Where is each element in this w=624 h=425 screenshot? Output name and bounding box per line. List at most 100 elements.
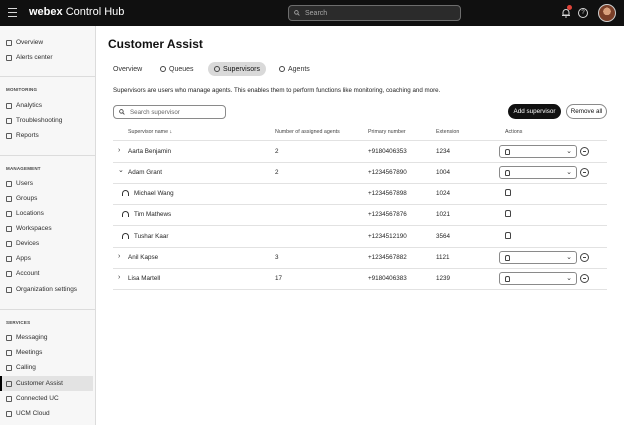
- extension: 1004: [436, 169, 451, 176]
- sidebar-item-analytics[interactable]: Analytics: [0, 98, 93, 113]
- sidebar-item-users[interactable]: Users: [0, 176, 93, 191]
- sidebar-item-meetings[interactable]: Meetings: [0, 345, 93, 360]
- sidebar-item-calling[interactable]: Calling: [0, 360, 93, 375]
- sort-arrow-icon[interactable]: ↓: [170, 129, 173, 135]
- avatar[interactable]: [598, 4, 616, 22]
- user-icon[interactable]: [505, 210, 511, 217]
- top-bar: webex Control Hub Search ?: [0, 0, 624, 26]
- sidebar-item-label: Overview: [16, 39, 44, 46]
- help-icon[interactable]: ?: [578, 8, 588, 18]
- tab-queues[interactable]: Queues: [154, 62, 200, 76]
- sidebar-item-customer-assist[interactable]: Customer Assist: [0, 376, 93, 391]
- table-row[interactable]: ⌄ Adam Grant 2 +1234567890 1004 ⌄: [113, 162, 607, 183]
- column-header-primary-number: Primary number: [368, 129, 406, 135]
- sidebar-item-groups[interactable]: Groups: [0, 191, 93, 206]
- remove-supervisor-icon[interactable]: [580, 168, 589, 177]
- remove-supervisor-icon[interactable]: [580, 253, 589, 262]
- agent-row[interactable]: Tim Mathews +1234567876 1021: [113, 204, 607, 225]
- primary-number: +1234567890: [368, 169, 407, 176]
- sidebar-item-locations[interactable]: Locations: [0, 206, 93, 221]
- device-icon: [6, 240, 12, 247]
- chevron-down-icon: ⌄: [566, 275, 572, 282]
- user-icon[interactable]: [505, 232, 511, 239]
- connected-uc-icon: [6, 395, 12, 402]
- meetings-icon: [6, 349, 12, 356]
- chevron-right-icon[interactable]: ›: [118, 147, 120, 154]
- assign-agent-select[interactable]: ⌄: [499, 166, 577, 179]
- supervisor-name: Adam Grant: [128, 169, 162, 176]
- global-search-input[interactable]: Search: [288, 5, 461, 21]
- sidebar-item-label: Locations: [16, 210, 44, 217]
- sidebar-item-devices[interactable]: Devices: [0, 236, 93, 251]
- supervisor-name: Lisa Martell: [128, 275, 161, 282]
- assigned-agents-count: 2: [275, 169, 279, 176]
- remove-supervisor-icon[interactable]: [580, 147, 589, 156]
- cloud-icon: [6, 410, 12, 417]
- chevron-right-icon[interactable]: ›: [118, 253, 120, 260]
- table-row[interactable]: › Aarta Benjamin 2 +9180406353 1234 ⌄: [113, 141, 607, 162]
- sidebar-item-messaging[interactable]: Messaging: [0, 330, 93, 345]
- agent-headset-icon: [122, 190, 129, 196]
- supervisor-name: Aarta Benjamin: [128, 148, 172, 155]
- location-icon: [6, 210, 12, 217]
- agent-row[interactable]: Michael Wang +1234567898 1024: [113, 183, 607, 204]
- chevron-down-icon[interactable]: ⌄: [118, 166, 124, 174]
- user-icon[interactable]: [505, 189, 511, 196]
- sidebar-item-label: Customer Assist: [16, 380, 63, 387]
- primary-number: +9180406383: [368, 275, 407, 282]
- tab-label: Queues: [169, 65, 194, 73]
- sidebar-section-services: SERVICES: [6, 320, 31, 325]
- remove-supervisor-icon[interactable]: [580, 274, 589, 283]
- tab-supervisors[interactable]: Supervisors: [208, 62, 266, 76]
- primary-number: +9180406353: [368, 148, 407, 155]
- message-icon: [6, 334, 12, 341]
- sidebar-item-account[interactable]: Account: [0, 266, 93, 281]
- sidebar-item-alerts-center[interactable]: Alerts center: [0, 50, 93, 65]
- column-header-supervisor-name[interactable]: Supervisor name ↓: [128, 129, 172, 135]
- tab-agents[interactable]: Agents: [273, 62, 316, 76]
- brand-name: webex: [29, 6, 63, 18]
- queues-icon: [160, 66, 166, 72]
- sidebar-item-troubleshooting[interactable]: Troubleshooting: [0, 113, 93, 128]
- sidebar-item-label: Alerts center: [16, 54, 53, 61]
- global-search-placeholder: Search: [305, 9, 328, 17]
- bell-icon: [6, 54, 12, 61]
- table-row[interactable]: › Anil Kapse 3 +1234567882 1121 ⌄: [113, 247, 607, 268]
- sidebar-item-reports[interactable]: Reports: [0, 128, 93, 143]
- sidebar-section-management: MANAGEMENT: [6, 166, 41, 171]
- supervisor-search-input[interactable]: Search supervisor: [113, 105, 226, 119]
- sidebar-item-label: Troubleshooting: [16, 117, 63, 124]
- extension: 3564: [436, 233, 451, 240]
- column-header-actions: Actions: [505, 129, 523, 135]
- assign-agent-select[interactable]: ⌄: [499, 272, 577, 285]
- sidebar-item-overview[interactable]: Overview: [0, 35, 93, 50]
- chevron-right-icon[interactable]: ›: [118, 274, 120, 281]
- notification-badge: [567, 5, 572, 10]
- menu-icon[interactable]: [8, 8, 17, 17]
- assign-agent-select[interactable]: ⌄: [499, 251, 577, 264]
- primary-number: +1234567898: [368, 190, 407, 197]
- workspace-icon: [6, 225, 12, 232]
- sidebar-item-label: UCM Cloud: [16, 410, 50, 417]
- table-divider: [113, 289, 607, 290]
- tab-overview[interactable]: Overview: [107, 62, 148, 76]
- customer-assist-icon: [6, 380, 12, 387]
- sidebar-item-organization-settings[interactable]: Organization settings: [0, 282, 93, 297]
- supervisor-name: Anil Kapse: [128, 254, 159, 261]
- supervisor-icon: [214, 66, 220, 72]
- sidebar-item-label: Devices: [16, 240, 40, 247]
- sidebar-item-label: Apps: [16, 255, 31, 262]
- sidebar-item-connected-uc[interactable]: Connected UC: [0, 391, 93, 406]
- sidebar-item-workspaces[interactable]: Workspaces: [0, 221, 93, 236]
- tab-label: Supervisors: [223, 65, 260, 73]
- remove-all-button[interactable]: Remove all: [566, 104, 607, 119]
- sidebar-item-apps[interactable]: Apps: [0, 251, 93, 266]
- table-row[interactable]: › Lisa Martell 17 +9180406383 1239 ⌄: [113, 268, 607, 289]
- add-supervisor-button[interactable]: Add supervisor: [508, 104, 561, 119]
- tab-label: Agents: [288, 65, 310, 73]
- sidebar-item-ucm-cloud[interactable]: UCM Cloud: [0, 406, 93, 421]
- home-icon: [6, 39, 12, 46]
- page-title: Customer Assist: [108, 37, 203, 51]
- assign-agent-select[interactable]: ⌄: [499, 145, 577, 158]
- agent-row[interactable]: Tushar Kaar +1234512190 3564: [113, 226, 607, 247]
